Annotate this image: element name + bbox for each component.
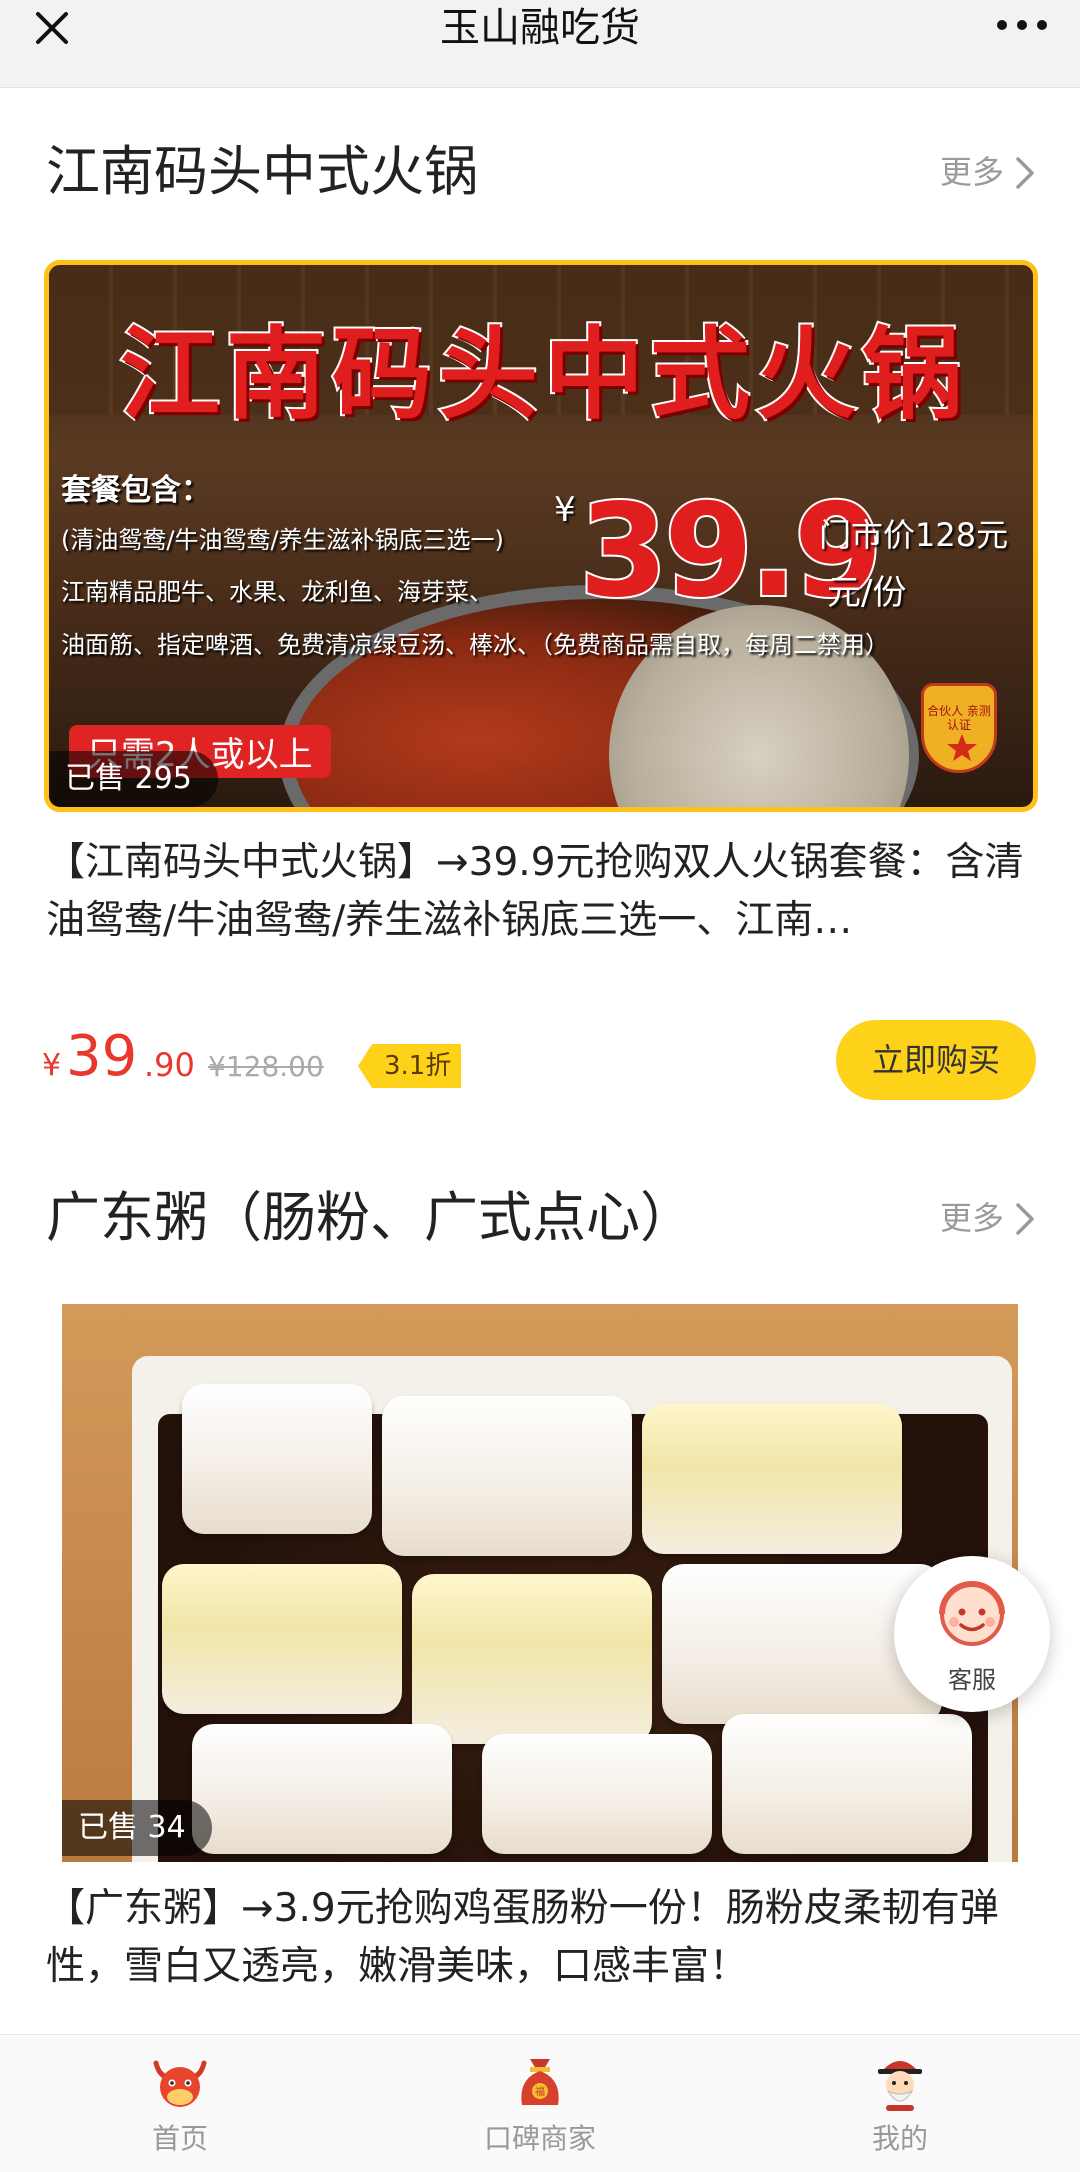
price-integer: 39 — [66, 1024, 138, 1089]
product-description[interactable]: 【广东粥】→3.9元抢购鸡蛋肠粉一份！肠粉皮柔韧有弹性，雪白又透亮，嫩滑美味，口… — [46, 1880, 1036, 1996]
customer-service-button[interactable]: 客服 — [894, 1556, 1050, 1712]
sold-count-badge: 已售 34 — [62, 1800, 212, 1856]
section-header-hotpot: 江南码头中式火锅 更多 — [46, 132, 1036, 212]
rice-roll — [182, 1384, 372, 1534]
rice-roll — [192, 1724, 452, 1854]
rice-roll — [482, 1734, 712, 1854]
tab-label: 首页 — [151, 2122, 208, 2155]
rice-roll — [642, 1404, 902, 1554]
fortune-god-icon — [878, 2061, 922, 2111]
tab-label: 口碑商家 — [483, 2122, 596, 2155]
price-decimal: .90 — [144, 1046, 195, 1084]
price-yen-symbol: ¥ — [42, 1048, 62, 1083]
page-title: 玉山融吃货 — [440, 5, 640, 51]
rice-roll-banner-image[interactable]: 已售 34 — [62, 1304, 1018, 1862]
package-line: (清油鸳鸯/牛油鸳鸯/养生滋补锅底三选一) — [61, 526, 504, 554]
banner-store-price: 门市价128元 — [819, 516, 1009, 554]
original-price: ¥128.00 — [208, 1050, 324, 1083]
top-bar: 玉山融吃货 — [0, 0, 1080, 88]
discount-badge: 3.1折 — [358, 1044, 462, 1088]
more-label: 更多 — [939, 1199, 1004, 1237]
bottom-tab-bar: 首页 福 口碑商家 我的 — [0, 2034, 1080, 2172]
buy-now-button[interactable]: 立即购买 — [836, 1020, 1036, 1100]
more-link[interactable]: 更多 — [940, 1196, 1036, 1240]
more-options-icon[interactable] — [994, 10, 1050, 40]
hotpot-banner-image[interactable]: 江南码头中式火锅 套餐包含： (清油鸳鸯/牛油鸳鸯/养生滋补锅底三选一) 江南精… — [44, 260, 1038, 812]
banner-headline: 江南码头中式火锅 — [118, 313, 968, 435]
banner-yen: ¥ — [554, 490, 576, 530]
more-link[interactable]: 更多 — [940, 150, 1036, 194]
section-title: 江南码头中式火锅 — [46, 140, 478, 203]
bull-mascot-icon — [153, 2060, 207, 2107]
chevron-right-icon — [1016, 1203, 1034, 1235]
banner-unit: 元/份 — [827, 573, 907, 613]
rice-roll — [382, 1396, 632, 1556]
package-title: 套餐包含： — [61, 473, 211, 508]
sold-count-badge: 已售 295 — [49, 751, 218, 807]
tab-label: 我的 — [871, 2122, 928, 2155]
rice-roll — [162, 1564, 402, 1714]
section-title: 广东粥（肠粉、广式点心） — [46, 1186, 694, 1249]
customer-service-label: 客服 — [948, 1666, 996, 1694]
section-header-congee: 广东粥（肠粉、广式点心） 更多 — [46, 1178, 1036, 1258]
star-icon — [947, 734, 977, 761]
tab-home[interactable]: 首页 — [80, 2049, 280, 2157]
package-line: 江南精品肥牛、水果、龙利鱼、海芽菜、 — [61, 578, 493, 606]
money-bag-icon: 福 — [521, 2059, 559, 2105]
partner-verified-badge: 合伙人 亲测认证 — [921, 683, 997, 773]
rice-roll — [722, 1714, 972, 1854]
tab-merchants[interactable]: 福 口碑商家 — [440, 2049, 640, 2157]
customer-service-icon — [939, 1581, 1005, 1646]
rice-roll — [412, 1574, 652, 1744]
product-description[interactable]: 【江南码头中式火锅】→39.9元抢购双人火锅套餐：含清油鸳鸯/牛油鸳鸯/养生滋补… — [46, 834, 1036, 950]
svg-text:福: 福 — [535, 2085, 545, 2098]
chevron-right-icon — [1016, 157, 1034, 189]
more-label: 更多 — [939, 153, 1004, 191]
tab-mine[interactable]: 我的 — [800, 2049, 1000, 2157]
package-line: 油面筋、指定啤酒、免费清凉绿豆汤、棒冰、（免费商品需自取，每周二禁用） — [61, 631, 889, 659]
